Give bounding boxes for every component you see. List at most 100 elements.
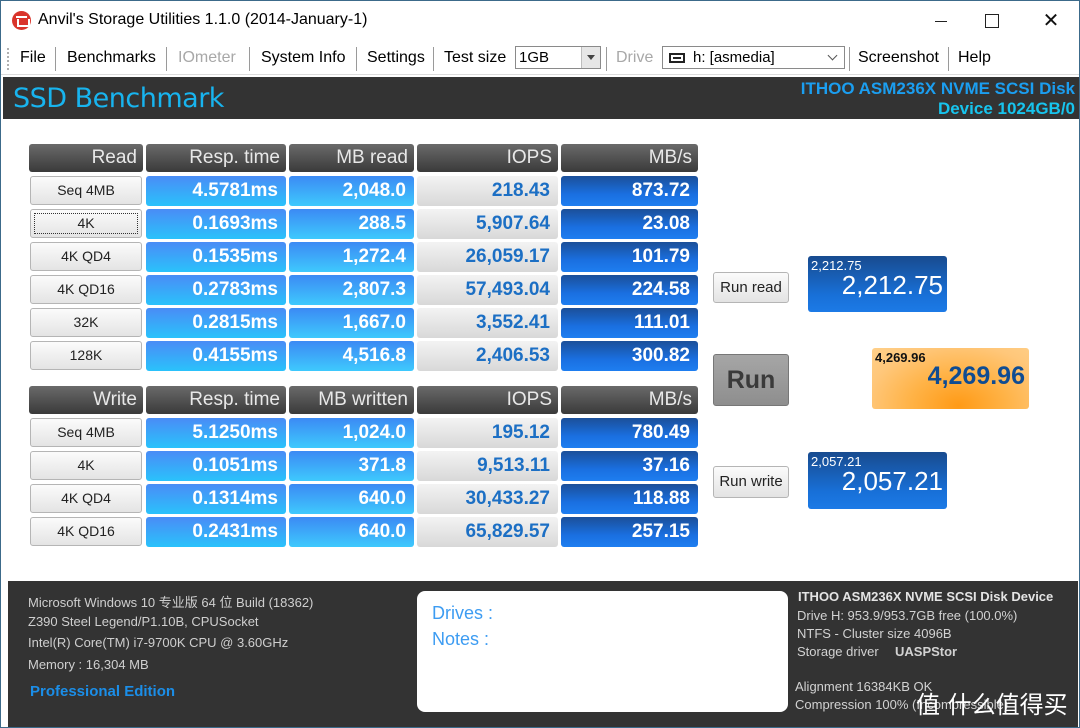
menu-separator <box>606 47 607 71</box>
menu-settings[interactable]: Settings <box>367 49 425 67</box>
read-iops-cell: 5,907.64 <box>417 209 558 239</box>
read-mbs-cell: 23.08 <box>561 209 698 239</box>
write-test-4kqd16-button[interactable]: 4K QD16 <box>30 517 142 546</box>
read-score-box: 2,212.75 2,212.75 <box>808 256 947 312</box>
menu-separator <box>249 47 250 71</box>
write-test-seq4mb-button[interactable]: Seq 4MB <box>30 418 142 447</box>
menu-separator <box>166 47 167 71</box>
read-resp-cell: 0.4155ms <box>146 341 286 371</box>
write-mbs-cell: 37.16 <box>561 451 698 481</box>
write-resp-cell: 0.1314ms <box>146 484 286 514</box>
write-header-iops: IOPS <box>417 386 558 414</box>
menu-separator <box>948 47 949 71</box>
read-score: 2,212.75 <box>841 270 943 300</box>
read-iops-cell: 218.43 <box>417 176 558 206</box>
toolbar-grip[interactable] <box>7 48 9 70</box>
read-mbs-cell: 111.01 <box>561 308 698 338</box>
drive-icon <box>669 53 685 63</box>
read-header-mbs: MB/s <box>561 144 698 172</box>
menu-system-info[interactable]: System Info <box>261 49 345 67</box>
menu-separator <box>849 47 850 71</box>
watermark-text: 值 什么值得买 <box>916 691 1068 719</box>
read-mbs-cell: 300.82 <box>561 341 698 371</box>
menu-iometer[interactable]: IOmeter <box>178 49 236 67</box>
notes-box[interactable]: Drives : Notes : <box>417 591 788 712</box>
edition-label: Professional Edition <box>30 683 176 700</box>
maximize-button[interactable] <box>966 1 1018 39</box>
read-mb-cell: 1,667.0 <box>289 308 414 338</box>
run-write-button[interactable]: Run write <box>713 466 789 498</box>
write-header-mbs: MB/s <box>561 386 698 414</box>
cpu-info: Intel(R) Core(TM) i7-9700K CPU @ 3.60GHz <box>28 635 289 650</box>
read-test-128k-button[interactable]: 128K <box>30 341 142 370</box>
test-size-select[interactable]: 1GB <box>515 46 601 69</box>
run-button[interactable]: Run <box>713 354 789 406</box>
menu-bar: File Benchmarks IOmeter System Info Sett… <box>1 42 1079 75</box>
write-mb-cell: 1,024.0 <box>289 418 414 448</box>
disk-title: ITHOO ASM236X NVME SCSI Disk Device <box>798 589 1054 604</box>
read-resp-cell: 0.2815ms <box>146 308 286 338</box>
write-resp-cell: 0.2431ms <box>146 517 286 547</box>
write-iops-cell: 9,513.11 <box>417 451 558 481</box>
run-read-button[interactable]: Run read <box>713 272 789 303</box>
window-title: Anvil's Storage Utilities 1.1.0 (2014-Ja… <box>38 11 368 28</box>
storage-driver-value: UASPStor <box>895 644 958 659</box>
read-test-32k-button[interactable]: 32K <box>30 308 142 337</box>
drives-label: Drives : <box>432 603 494 623</box>
minimize-button[interactable] <box>915 1 967 39</box>
drive-select[interactable]: h: [asmedia] <box>662 46 845 69</box>
motherboard-info: Z390 Steel Legend/P1.10B, CPUSocket <box>28 614 259 629</box>
close-button[interactable]: ✕ <box>1025 1 1077 39</box>
read-mbs-cell: 101.79 <box>561 242 698 272</box>
drive-value: h: [asmedia] <box>693 49 775 66</box>
read-header-mb: MB read <box>289 144 414 172</box>
read-resp-cell: 0.2783ms <box>146 275 286 305</box>
app-window: Anvil's Storage Utilities 1.1.0 (2014-Ja… <box>0 0 1080 728</box>
read-test-4kqd16-button[interactable]: 4K QD16 <box>30 275 142 304</box>
read-test-4k-button[interactable]: 4K <box>30 209 142 238</box>
total-score-small: 4,269.96 <box>875 350 926 365</box>
write-score: 2,057.21 <box>841 466 943 496</box>
drive-label: Drive <box>616 49 654 66</box>
write-mbs-cell: 257.15 <box>561 517 698 547</box>
menu-separator <box>55 47 56 71</box>
menu-file[interactable]: File <box>20 49 46 67</box>
test-size-value: 1GB <box>519 49 550 66</box>
read-test-4kqd4-button[interactable]: 4K QD4 <box>30 242 142 271</box>
total-score: 4,269.96 <box>927 362 1025 390</box>
write-iops-cell: 195.12 <box>417 418 558 448</box>
write-mb-cell: 371.8 <box>289 451 414 481</box>
write-test-4kqd4-button[interactable]: 4K QD4 <box>30 484 142 513</box>
write-iops-cell: 65,829.57 <box>417 517 558 547</box>
chevron-down-icon[interactable] <box>827 50 838 61</box>
read-mbs-cell: 873.72 <box>561 176 698 206</box>
notes-label: Notes : <box>432 629 490 649</box>
write-score-box: 2,057.21 2,057.21 <box>808 452 947 509</box>
read-iops-cell: 57,493.04 <box>417 275 558 305</box>
read-resp-cell: 0.1535ms <box>146 242 286 272</box>
read-test-seq4mb-button[interactable]: Seq 4MB <box>30 176 142 205</box>
write-iops-cell: 30,433.27 <box>417 484 558 514</box>
write-resp-cell: 5.1250ms <box>146 418 286 448</box>
storage-driver-label: Storage driver <box>797 644 879 659</box>
menu-screenshot[interactable]: Screenshot <box>858 49 939 67</box>
disk-filesystem: NTFS - Cluster size 4096B <box>797 626 952 641</box>
read-header-iops: IOPS <box>417 144 558 172</box>
menu-separator <box>433 47 434 71</box>
read-mb-cell: 2,048.0 <box>289 176 414 206</box>
title-bar: Anvil's Storage Utilities 1.1.0 (2014-Ja… <box>1 1 1079 39</box>
total-score-box: 4,269.96 4,269.96 <box>872 348 1029 409</box>
read-iops-cell: 26,059.17 <box>417 242 558 272</box>
memory-info: Memory : 16,304 MB <box>28 657 149 672</box>
menu-benchmarks[interactable]: Benchmarks <box>67 49 156 67</box>
write-header-resp: Resp. time <box>146 386 286 414</box>
device-name: ITHOO ASM236X NVME SCSI Disk <box>800 79 1075 98</box>
header-band: SSD Benchmark ITHOO ASM236X NVME SCSI Di… <box>3 77 1079 119</box>
menu-help[interactable]: Help <box>958 49 991 67</box>
read-mb-cell: 288.5 <box>289 209 414 239</box>
page-title: SSD Benchmark <box>13 83 224 114</box>
dropdown-arrow-icon[interactable] <box>581 47 600 68</box>
os-info: Microsoft Windows 10 专业版 64 位 Build (183… <box>28 595 314 610</box>
write-mbs-cell: 780.49 <box>561 418 698 448</box>
write-test-4k-button[interactable]: 4K <box>30 451 142 480</box>
